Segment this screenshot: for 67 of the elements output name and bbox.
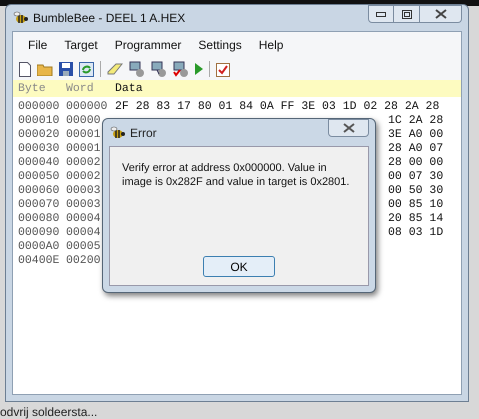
hex-data-cell-text: 1C 2A 28 xyxy=(388,113,444,129)
maximize-button[interactable] xyxy=(394,5,420,23)
hex-data-cell-text: 20 85 14 xyxy=(388,211,444,227)
word-address-cell-text: 00002 xyxy=(66,169,101,185)
byte-address-cell-text: 000050 xyxy=(18,169,60,185)
byte-address-cell-text: 000060 xyxy=(18,183,60,199)
word-address-cell-text: 00003 xyxy=(66,183,101,199)
byte-address-cell-text: 00400E xyxy=(18,253,60,270)
folder-icon[interactable] xyxy=(37,62,53,76)
hex-data-cell-text: 28 A0 07 xyxy=(388,141,444,157)
minimize-button[interactable] xyxy=(368,5,394,23)
play-icon[interactable] xyxy=(195,63,203,75)
hex-data-cell-text: 00 85 10 xyxy=(388,197,444,213)
bee-icon xyxy=(109,124,125,140)
hex-data-cell-text: 08 03 1D xyxy=(388,225,444,242)
bee-icon xyxy=(12,10,28,26)
column-header: Word xyxy=(66,80,95,97)
close-button[interactable] xyxy=(328,119,369,137)
menu-item[interactable]: Help xyxy=(258,36,284,54)
word-address-cell-text: 00004 xyxy=(66,211,101,227)
byte-address-cell-text: 000090 xyxy=(18,225,60,241)
minimize-icon xyxy=(376,12,386,16)
close-icon xyxy=(342,123,354,133)
byte-address-cell-text: 000020 xyxy=(18,127,60,143)
byte-address-cell-text: 000040 xyxy=(18,155,60,171)
word-address-cell-text: 00001 xyxy=(66,127,101,143)
ok-button[interactable]: OK xyxy=(203,256,275,277)
byte-address-cell-text: 0000A0 xyxy=(18,239,60,255)
hex-data-cell-text: 00 50 30 xyxy=(388,183,444,199)
error-message: Verify error at address 0x000000. Value in image is 0x282F and value in target is 0x2801. xyxy=(122,161,350,189)
computer-chip-icon[interactable] xyxy=(129,61,145,77)
word-address-cell-text: 00001 xyxy=(66,141,101,157)
computer-check-icon[interactable] xyxy=(173,61,189,77)
byte-address-cell-text: 000080 xyxy=(18,211,60,227)
menu-item[interactable]: Target xyxy=(64,36,98,54)
save-icon[interactable] xyxy=(59,62,73,76)
hex-data-cell-text: 3E A0 00 xyxy=(388,127,444,143)
menu-item[interactable]: File xyxy=(28,36,48,54)
word-address-cell-text: 000000 xyxy=(66,99,108,115)
close-button[interactable] xyxy=(420,5,462,23)
column-header: Byte xyxy=(18,80,47,97)
column-header: Data xyxy=(115,80,143,97)
byte-address-cell-text: 000010 xyxy=(18,113,60,129)
dialog-title: Error xyxy=(130,124,157,142)
refresh-icon[interactable] xyxy=(79,62,94,76)
menu-item[interactable]: Settings xyxy=(198,36,242,54)
maximize-icon xyxy=(402,10,412,18)
word-address-cell-text: 00004 xyxy=(66,225,101,241)
close-icon xyxy=(434,9,446,19)
clipboard-check-icon[interactable] xyxy=(216,61,230,77)
word-address-cell-text: 00003 xyxy=(66,197,101,213)
word-address-cell-text: 00200 xyxy=(66,253,101,270)
word-address-cell-text: 00005 xyxy=(66,239,101,255)
byte-address-cell-text: 000030 xyxy=(18,141,60,157)
window-title: BumbleBee - DEEL 1 A.HEX xyxy=(33,10,186,27)
eraser-icon[interactable] xyxy=(107,63,123,75)
hex-data-cell-text: 2F 28 83 17 80 01 84 0A FF 3E 03 1D 02 28 2A 28 xyxy=(115,99,440,115)
byte-address-cell-text: 000070 xyxy=(18,197,60,213)
menu-item[interactable]: Programmer xyxy=(114,36,182,54)
hex-data-cell-text: 28 00 00 xyxy=(388,155,444,171)
background-text: odvrij soldeersta... xyxy=(0,404,98,419)
hex-data-cell-text: 00 07 30 xyxy=(388,169,444,185)
new-document-icon[interactable] xyxy=(19,62,31,76)
word-address-cell-text: 00000 xyxy=(66,113,101,129)
word-address-cell-text: 00002 xyxy=(66,155,101,171)
computer-chip-icon[interactable] xyxy=(151,61,167,77)
byte-address-cell-text: 000000 xyxy=(18,99,60,115)
